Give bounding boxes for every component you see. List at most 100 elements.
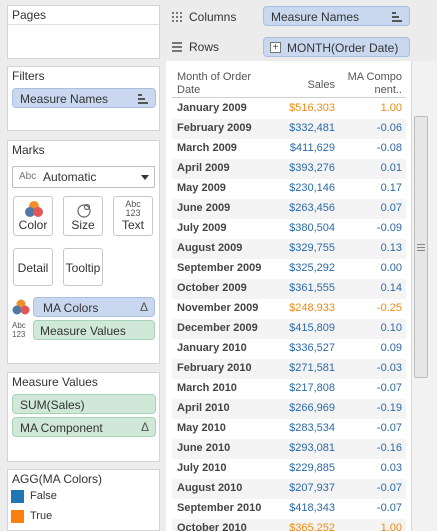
- header-divider: [172, 97, 406, 98]
- header-month-of-order-date[interactable]: Month of Order Date: [177, 71, 251, 97]
- columns-icon: [172, 12, 182, 22]
- row-month-label: September 2010: [177, 502, 262, 514]
- sales-cell[interactable]: $283,534: [275, 422, 335, 434]
- rows-pill-label: MONTH(Order Date): [287, 41, 399, 55]
- columns-shelf-label: Columns: [189, 10, 237, 24]
- header-ma-line2: nent..: [374, 84, 402, 96]
- row-month-label: September 2009: [177, 262, 262, 274]
- sort-icon: [138, 94, 148, 104]
- sales-cell[interactable]: $266,969: [275, 402, 335, 414]
- marks-title: Marks: [12, 143, 45, 157]
- sales-cell[interactable]: $365,252: [275, 522, 335, 531]
- tooltip-button[interactable]: Tooltip: [63, 248, 103, 286]
- scrollbar-grip: [417, 250, 425, 251]
- mark-type-value: Automatic: [43, 170, 97, 184]
- ma-component-cell[interactable]: -0.25: [350, 302, 402, 314]
- text-pill-measure-values[interactable]: Measure Values: [33, 320, 155, 340]
- row-month-label: June 2009: [177, 202, 231, 214]
- sales-cell[interactable]: $207,937: [275, 482, 335, 494]
- row-month-label: March 2010: [177, 382, 237, 394]
- sales-cell[interactable]: $393,276: [275, 162, 335, 174]
- ma-component-cell[interactable]: 0.07: [350, 202, 402, 214]
- color-legend-title: AGG(MA Colors): [12, 472, 103, 486]
- size-button[interactable]: Size: [63, 196, 103, 236]
- ma-component-cell[interactable]: 0.14: [350, 282, 402, 294]
- legend-swatch-false[interactable]: [11, 490, 24, 503]
- delta-icon: Δ: [140, 420, 149, 434]
- ma-component-cell[interactable]: -0.07: [350, 422, 402, 434]
- sales-cell[interactable]: $415,809: [275, 322, 335, 334]
- text-icon: Abc 123: [114, 200, 152, 218]
- rows-pill-month-order-date[interactable]: + MONTH(Order Date): [263, 37, 410, 57]
- text-pill-label: Measure Values: [40, 324, 126, 338]
- color-pill-ma-colors[interactable]: MA Colors Δ: [33, 297, 155, 317]
- mark-type-prefix: Abc: [19, 171, 37, 182]
- tooltip-button-label: Tooltip: [65, 261, 101, 275]
- text-button[interactable]: Abc 123 Text: [113, 196, 153, 236]
- detail-button[interactable]: Detail: [13, 248, 53, 286]
- ma-component-cell[interactable]: 0.09: [350, 342, 402, 354]
- text-encoding-line-123: 123: [12, 330, 26, 339]
- ma-component-cell[interactable]: 0.17: [350, 182, 402, 194]
- text-encoding-line-abc: Abc: [12, 321, 26, 330]
- sales-cell[interactable]: $293,081: [275, 442, 335, 454]
- sales-cell[interactable]: $361,555: [275, 282, 335, 294]
- sales-cell[interactable]: $411,629: [275, 142, 335, 154]
- ma-component-cell[interactable]: -0.07: [350, 382, 402, 394]
- ma-component-cell[interactable]: -0.09: [350, 222, 402, 234]
- sales-cell[interactable]: $516,303: [275, 102, 335, 114]
- ma-component-cell[interactable]: -0.06: [350, 122, 402, 134]
- header-ma-component[interactable]: MA Compo nent..: [340, 71, 402, 97]
- ma-component-cell[interactable]: 0.03: [350, 462, 402, 474]
- mark-type-dropdown[interactable]: Abc Automatic: [12, 166, 155, 188]
- color-icon: [25, 201, 43, 217]
- sales-cell[interactable]: $336,527: [275, 342, 335, 354]
- row-month-label: April 2010: [177, 402, 230, 414]
- row-month-label: March 2009: [177, 142, 237, 154]
- ma-component-cell[interactable]: 0.01: [350, 162, 402, 174]
- sales-cell[interactable]: $418,343: [275, 502, 335, 514]
- header-sales-label: Sales: [307, 79, 335, 91]
- ma-component-cell[interactable]: -0.07: [350, 502, 402, 514]
- ma-component-cell[interactable]: -0.03: [350, 362, 402, 374]
- ma-component-cell[interactable]: 0.00: [350, 262, 402, 274]
- row-month-label: October 2009: [177, 282, 247, 294]
- detail-button-label: Detail: [17, 261, 49, 275]
- ma-component-cell[interactable]: 1.00: [350, 102, 402, 114]
- measure-pill-sum-sales[interactable]: SUM(Sales): [12, 394, 156, 414]
- ma-component-cell[interactable]: -0.07: [350, 482, 402, 494]
- measure-pill-ma-component[interactable]: MA Component Δ: [12, 417, 156, 437]
- ma-component-cell[interactable]: 1.00: [350, 522, 402, 531]
- header-ma-line1: MA Compo: [347, 71, 402, 83]
- filter-pill-measure-names[interactable]: Measure Names: [12, 88, 156, 108]
- pages-header-divider: [8, 24, 159, 25]
- row-month-label: May 2010: [177, 422, 226, 434]
- sales-cell[interactable]: $329,755: [275, 242, 335, 254]
- ma-component-cell[interactable]: -0.08: [350, 142, 402, 154]
- ma-component-cell[interactable]: -0.19: [350, 402, 402, 414]
- header-sales[interactable]: Sales: [290, 79, 335, 92]
- sales-cell[interactable]: $271,581: [275, 362, 335, 374]
- sales-cell[interactable]: $229,885: [275, 462, 335, 474]
- sales-cell[interactable]: $332,481: [275, 122, 335, 134]
- size-button-label: Size: [71, 218, 95, 232]
- text-button-label: Text: [121, 218, 144, 232]
- sales-cell[interactable]: $325,292: [275, 262, 335, 274]
- columns-pill-measure-names[interactable]: Measure Names: [263, 6, 410, 26]
- sales-cell[interactable]: $230,146: [275, 182, 335, 194]
- size-icon: [77, 203, 91, 218]
- ma-component-cell[interactable]: -0.16: [350, 442, 402, 454]
- ma-component-cell[interactable]: 0.13: [350, 242, 402, 254]
- sort-icon: [392, 12, 402, 22]
- ma-component-cell[interactable]: 0.10: [350, 322, 402, 334]
- expand-plus-icon[interactable]: +: [270, 42, 281, 53]
- sales-cell[interactable]: $263,456: [275, 202, 335, 214]
- pages-card[interactable]: Pages: [7, 5, 160, 59]
- scrollbar-grip: [417, 247, 425, 248]
- legend-swatch-true[interactable]: [11, 510, 24, 523]
- sales-cell[interactable]: $248,933: [275, 302, 335, 314]
- sales-cell[interactable]: $380,504: [275, 222, 335, 234]
- color-encoding-icon: [12, 299, 30, 315]
- sales-cell[interactable]: $217,808: [275, 382, 335, 394]
- color-button[interactable]: Color: [13, 196, 53, 236]
